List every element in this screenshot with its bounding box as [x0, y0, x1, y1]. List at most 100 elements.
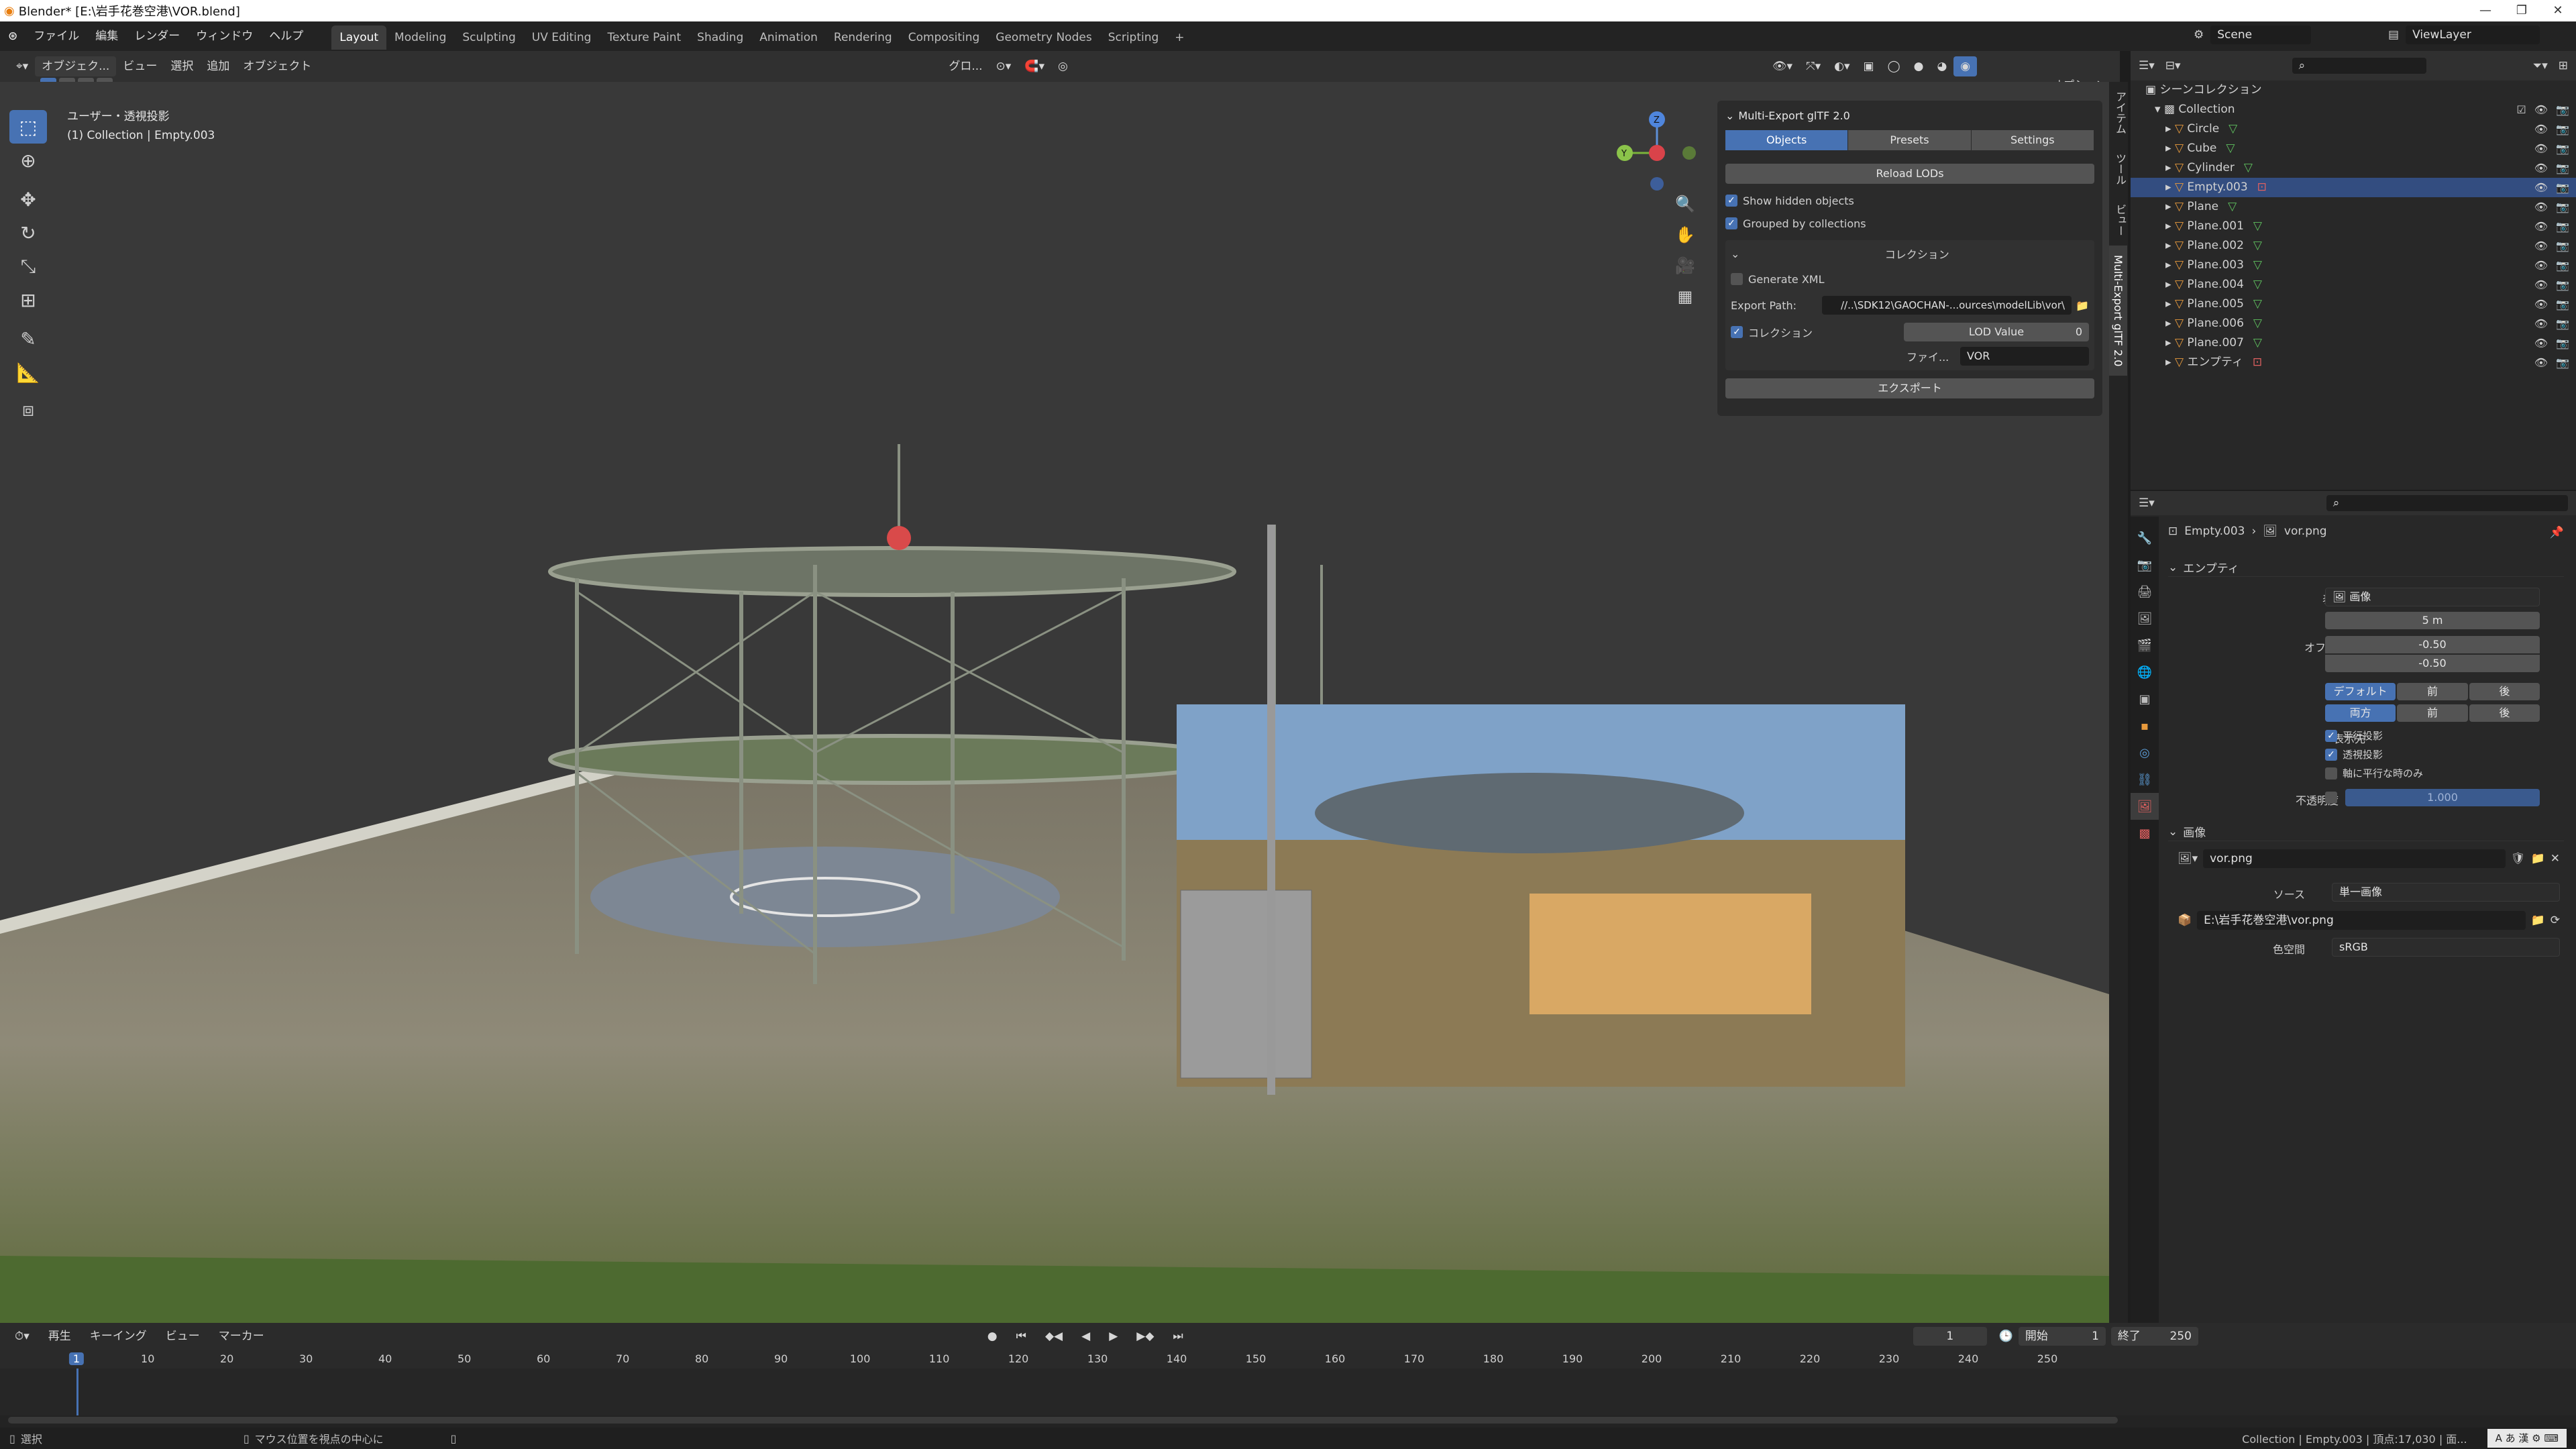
camera-icon[interactable]: 📷 [2556, 217, 2569, 236]
expand-icon[interactable]: ▾ [2155, 103, 2164, 116]
empty-section-header[interactable]: ⌄ エンプティ [2168, 558, 2564, 577]
eye-icon[interactable]: 👁 [2534, 158, 2548, 178]
object-tab-icon[interactable]: ▪ [2131, 712, 2159, 739]
mesh-data-icon[interactable]: ▽ [2253, 297, 2262, 311]
folder-icon[interactable]: 📁 [2531, 914, 2545, 927]
export-path-input[interactable]: //..\SDK12\GAOCHAN-...ources\modelLib\vo… [1822, 296, 2072, 315]
outliner-item[interactable]: ▸ ▽ Plane.004 ▽ 👁 📷 [2131, 275, 2576, 294]
editor-type-icon[interactable]: ⌖▾ [9, 56, 35, 76]
tab-multi-export[interactable]: Multi-Export glTF 2.0 [2109, 246, 2127, 376]
mesh-data-icon[interactable]: ▽ [2253, 239, 2262, 252]
editor-type-icon[interactable]: ⏱▾ [8, 1326, 36, 1346]
expand-icon[interactable]: ▸ [2165, 142, 2175, 155]
outliner-item[interactable]: ▸ ▽ Plane ▽ 👁 📷 [2131, 197, 2576, 217]
tab-uv-editing[interactable]: UV Editing [524, 25, 600, 50]
eye-icon[interactable]: 👁 [2534, 139, 2548, 158]
overlay-toggle-icon[interactable]: ◐▾ [1827, 56, 1856, 76]
camera-icon[interactable]: 📷 [2556, 333, 2569, 353]
offset-x-field[interactable]: -0.50 [2325, 636, 2540, 653]
collection-section-header[interactable]: ⌄ コレクション [1731, 244, 2089, 263]
tab-objects[interactable]: Objects [1725, 130, 1849, 150]
shading-wire-icon[interactable]: ◯ [1881, 56, 1907, 76]
rotate-tool-icon[interactable]: ↻ [9, 216, 47, 250]
eye-icon[interactable]: 👁 [2534, 197, 2548, 217]
camera-icon[interactable]: 📷 [2556, 353, 2569, 372]
new-collection-icon[interactable]: ⊞ [2559, 59, 2568, 72]
eye-icon[interactable]: 👁 [2534, 119, 2548, 139]
menu-help[interactable]: ヘルプ [261, 21, 311, 51]
end-frame-field[interactable]: 終了 250 [2110, 1327, 2198, 1346]
depth-default[interactable]: デフォルト [2325, 683, 2396, 700]
gizmo-neg-y[interactable] [1682, 146, 1696, 160]
filepath-field[interactable]: E:\岩手花巻空港\vor.png [2197, 911, 2526, 930]
open-image-icon[interactable]: 📁 [2531, 852, 2545, 865]
camera-view-icon[interactable]: 🎥 [1670, 251, 1700, 280]
camera-icon[interactable]: 📷 [2556, 139, 2569, 158]
select-box-tool-icon[interactable]: ⬚ [9, 110, 47, 144]
reload-lods-button[interactable]: Reload LODs [1725, 164, 2094, 184]
gizmo-toggle-icon[interactable]: ⤧▾ [1799, 56, 1827, 76]
panel-header[interactable]: ⌄ Multi-Export glTF 2.0 [1725, 106, 2094, 125]
camera-icon[interactable]: 📷 [2556, 178, 2569, 197]
image-data-icon[interactable]: ⊡ [2257, 180, 2267, 194]
tool-tab-icon[interactable]: 🔧 [2131, 525, 2159, 551]
object-data-tab-icon[interactable]: 🖼 [2131, 793, 2159, 820]
scene-selector[interactable]: ⚙ Scene [2194, 25, 2312, 44]
collapse-icon[interactable]: ⌄ [2168, 825, 2178, 839]
tab-presets[interactable]: Presets [1848, 130, 1972, 150]
menu-object[interactable]: オブジェクト [236, 56, 318, 76]
side-both[interactable]: 両方 [2325, 704, 2396, 722]
menu-keying[interactable]: キーイング [83, 1326, 154, 1346]
menu-view[interactable]: ビュー [116, 56, 164, 76]
eye-icon[interactable]: 👁 [2534, 314, 2548, 333]
prev-key-icon[interactable]: ◆◀ [1038, 1326, 1069, 1346]
side-back[interactable]: 後 [2469, 704, 2540, 722]
outliner-item[interactable]: ▸ ▽ Plane.001 ▽ 👁 📷 [2131, 217, 2576, 236]
opacity-checkbox[interactable] [2325, 792, 2337, 804]
camera-icon[interactable]: 📷 [2556, 294, 2569, 314]
display-mode-icon[interactable]: ⊟▾ [2165, 59, 2181, 72]
eye-icon[interactable]: 👁 [2534, 100, 2548, 119]
eye-icon[interactable]: 👁 [2534, 294, 2548, 314]
play-reverse-icon[interactable]: ◀ [1075, 1326, 1097, 1346]
mesh-data-icon[interactable]: ▽ [2253, 278, 2262, 291]
shading-material-icon[interactable]: ◕ [1930, 56, 1953, 76]
expand-icon[interactable]: ▸ [2165, 278, 2175, 291]
expand-icon[interactable]: ▸ [2165, 161, 2175, 174]
mesh-data-icon[interactable]: ▽ [2229, 122, 2237, 136]
record-icon[interactable]: ● [981, 1326, 1004, 1346]
show-persp-checkbox[interactable]: ✓ 透視投影 [2325, 747, 2383, 761]
editor-type-icon[interactable]: ☰▾ [2139, 496, 2155, 510]
tab-view[interactable]: ビュー [2109, 195, 2131, 246]
outliner-collection[interactable]: ▾ ▩ Collection ☑ 👁 📷 [2131, 100, 2576, 119]
image-data-icon[interactable]: ⊡ [2253, 356, 2262, 369]
move-tool-icon[interactable]: ✥ [9, 182, 47, 216]
expand-icon[interactable]: ▸ [2165, 297, 2175, 311]
snap-icon[interactable]: 🧲▾ [1018, 56, 1051, 76]
pin-icon[interactable]: 📌 [2550, 526, 2564, 539]
physics-tab-icon[interactable]: ◎ [2131, 739, 2159, 766]
outliner-item[interactable]: ▸ ▽ Plane.003 ▽ 👁 📷 [2131, 256, 2576, 275]
camera-icon[interactable]: 📷 [2556, 275, 2569, 294]
display-as-dropdown[interactable]: 🖼 画像 [2325, 588, 2540, 606]
tab-animation[interactable]: Animation [751, 25, 826, 50]
navigation-gizmo[interactable]: Z Y [1610, 109, 1704, 196]
tab-settings[interactable]: Settings [1971, 130, 2094, 150]
collapse-icon[interactable]: ⌄ [1725, 109, 1734, 122]
grouped-checkbox[interactable]: ✓ Grouped by collections [1725, 215, 2094, 232]
show-hidden-checkbox[interactable]: ✓ Show hidden objects [1725, 192, 2094, 209]
scene-name[interactable]: Scene [2210, 25, 2312, 44]
mesh-data-icon[interactable]: ▽ [2244, 161, 2253, 174]
checkbox-icon[interactable]: ☑ [2516, 100, 2526, 119]
transform-orientation[interactable]: グロ... [942, 56, 989, 76]
export-button[interactable]: エクスポート [1725, 378, 2094, 398]
file-name-input[interactable]: VOR [1960, 347, 2089, 366]
xray-icon[interactable]: ▣ [1857, 56, 1881, 76]
gizmo-neg-z[interactable] [1650, 177, 1664, 191]
show-ortho-checkbox[interactable]: ✓ 平行投影 [2325, 729, 2383, 743]
outliner-item[interactable]: ▸ ▽ Plane.002 ▽ 👁 📷 [2131, 236, 2576, 256]
camera-icon[interactable]: 📷 [2556, 100, 2569, 119]
eye-icon[interactable]: 👁 [2534, 275, 2548, 294]
collection-checkbox[interactable]: ✓ [1731, 326, 1743, 338]
viewlayer-name[interactable]: ViewLayer [2406, 25, 2540, 44]
